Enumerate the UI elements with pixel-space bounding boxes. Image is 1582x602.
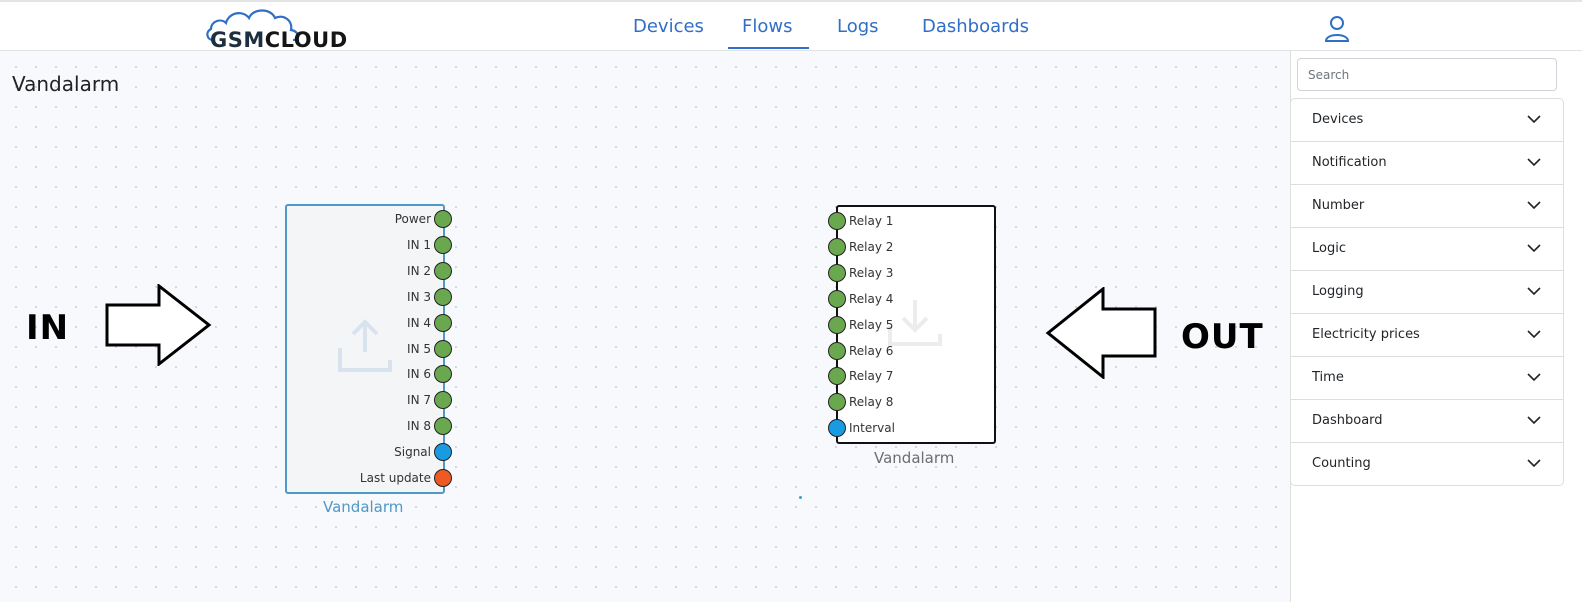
- arrow-left-icon: [1045, 287, 1157, 379]
- chevron-down-icon: [1527, 115, 1541, 124]
- port-label-relay-6: Relay 6: [849, 343, 894, 358]
- user-icon[interactable]: [1324, 15, 1350, 43]
- output-port-signal[interactable]: [434, 443, 452, 462]
- chevron-down-icon: [1527, 330, 1541, 339]
- port-label-relay-7: Relay 7: [849, 369, 894, 384]
- chevron-down-icon: [1527, 201, 1541, 210]
- port-label-relay-5: Relay 5: [849, 317, 894, 332]
- port-label-in-2: IN 2: [407, 263, 431, 278]
- category-logic[interactable]: Logic: [1291, 228, 1563, 271]
- input-port-relay-4[interactable]: [828, 289, 846, 308]
- output-port-in-1[interactable]: [434, 235, 452, 254]
- port-label-in-6: IN 6: [407, 367, 431, 382]
- port-label-in-1: IN 1: [407, 237, 431, 252]
- gsmcloud-logo[interactable]: GSMCLOUD: [205, 6, 350, 52]
- nav-dashboards[interactable]: Dashboards: [922, 16, 1029, 37]
- category-label: Devices: [1312, 112, 1364, 127]
- logo-text-gsm: GSM: [210, 28, 265, 52]
- port-label-interval: Interval: [849, 421, 895, 436]
- category-label: Counting: [1312, 456, 1371, 471]
- category-label: Time: [1312, 370, 1344, 385]
- category-dashboard[interactable]: Dashboard: [1291, 400, 1563, 443]
- input-port-relay-1[interactable]: [828, 212, 846, 230]
- port-label-in-3: IN 3: [407, 289, 431, 304]
- flow-title: Vandalarm: [12, 72, 120, 96]
- input-node-caption: Vandalarm: [323, 498, 404, 516]
- port-label-in-5: IN 5: [407, 341, 431, 356]
- download-icon: [888, 300, 942, 346]
- chevron-down-icon: [1527, 416, 1541, 425]
- nav-logs[interactable]: Logs: [837, 16, 879, 37]
- port-label-in-7: IN 7: [407, 393, 431, 408]
- port-label-relay-1: Relay 1: [849, 214, 894, 228]
- category-accordion: Devices Notification Number Logic Loggin…: [1290, 98, 1564, 486]
- canvas-cursor-dot: [799, 496, 802, 499]
- category-label: Logging: [1312, 284, 1364, 299]
- category-devices[interactable]: Devices: [1291, 99, 1563, 142]
- port-label-relay-3: Relay 3: [849, 265, 894, 280]
- output-port-power[interactable]: [434, 210, 452, 228]
- output-port-last-update[interactable]: [434, 469, 452, 487]
- port-label-relay-2: Relay 2: [849, 239, 894, 254]
- port-label-in-8: IN 8: [407, 419, 431, 434]
- logo-text-cloud: CLOUD: [264, 28, 348, 52]
- port-label-power: Power: [394, 212, 431, 226]
- active-nav-underline: [728, 47, 809, 49]
- output-port-in-5[interactable]: [434, 339, 452, 358]
- category-label: Dashboard: [1312, 413, 1383, 428]
- nav-flows[interactable]: Flows: [742, 16, 792, 37]
- top-navbar: GSMCLOUD Devices Flows Logs Dashboards: [0, 0, 1582, 52]
- port-label-relay-4: Relay 4: [849, 291, 894, 306]
- category-counting[interactable]: Counting: [1291, 443, 1563, 486]
- category-label: Notification: [1312, 155, 1387, 170]
- chevron-down-icon: [1527, 244, 1541, 253]
- port-label-relay-8: Relay 8: [849, 395, 894, 410]
- category-time[interactable]: Time: [1291, 357, 1563, 400]
- chevron-down-icon: [1527, 373, 1541, 382]
- out-annotation-label: OUT: [1181, 317, 1264, 357]
- chevron-down-icon: [1527, 287, 1541, 296]
- category-label: Logic: [1312, 241, 1346, 256]
- port-label-in-4: IN 4: [407, 315, 431, 330]
- category-label: Number: [1312, 198, 1365, 213]
- nav-devices[interactable]: Devices: [633, 16, 704, 37]
- port-label-signal: Signal: [394, 445, 431, 460]
- category-logging[interactable]: Logging: [1291, 271, 1563, 314]
- in-annotation-label: IN: [26, 308, 70, 348]
- category-label: Electricity prices: [1312, 327, 1420, 342]
- input-port-relay-5[interactable]: [828, 315, 846, 334]
- input-port-relay-2[interactable]: [828, 237, 846, 256]
- output-port-in-3[interactable]: [434, 287, 452, 306]
- port-label-last-update: Last update: [359, 471, 431, 485]
- category-number[interactable]: Number: [1291, 185, 1563, 228]
- output-port-in-2[interactable]: [434, 261, 452, 280]
- category-notification[interactable]: Notification: [1291, 142, 1563, 185]
- output-node-caption: Vandalarm: [874, 449, 955, 467]
- search-input[interactable]: [1297, 58, 1557, 91]
- input-port-relay-3[interactable]: [828, 263, 846, 282]
- output-port-in-4[interactable]: [434, 313, 452, 332]
- chevron-down-icon: [1527, 158, 1541, 167]
- arrow-right-icon: [105, 284, 212, 366]
- input-port-relay-6[interactable]: [828, 341, 846, 360]
- category-electricity-prices[interactable]: Electricity prices: [1291, 314, 1563, 357]
- chevron-down-icon: [1527, 459, 1541, 468]
